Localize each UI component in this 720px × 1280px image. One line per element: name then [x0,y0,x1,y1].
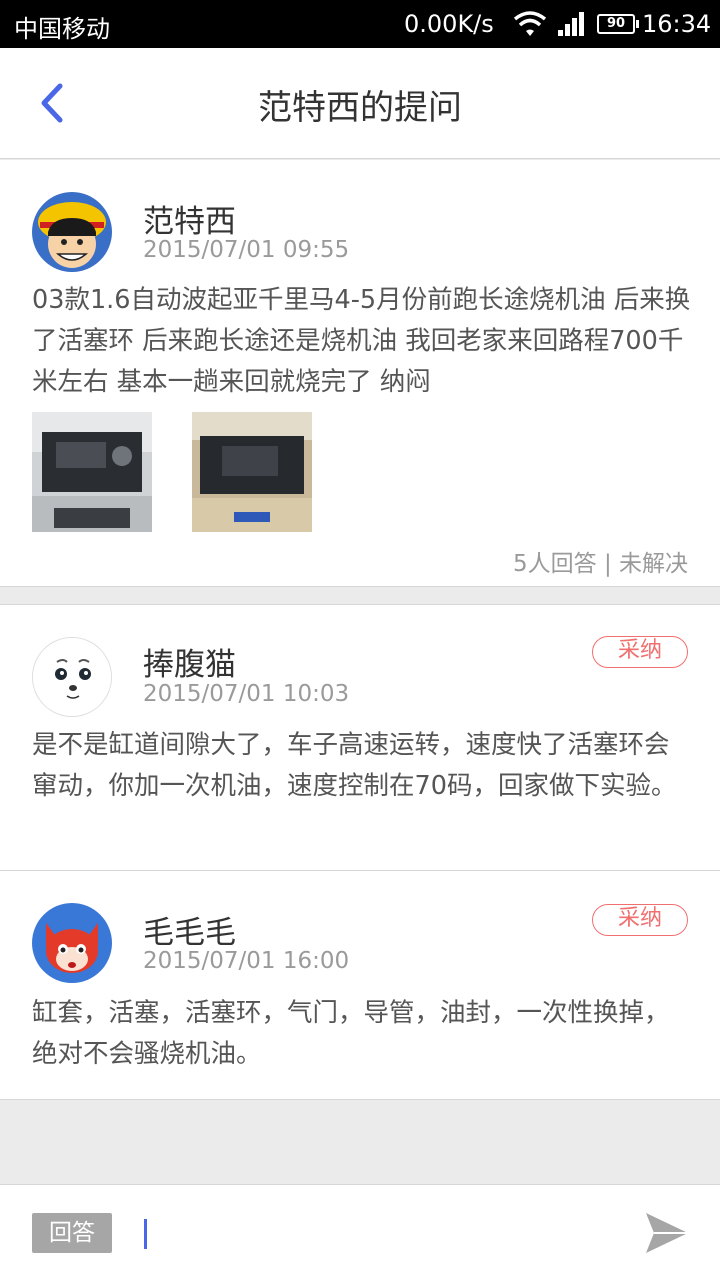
reply-tag: 回答 [32,1213,112,1253]
page-title: 范特西的提问 [258,88,462,128]
answer-date: 2015/07/01 16:00 [143,948,350,974]
answer-text: 是不是缸道间隙大了，车子高速运转，速度快了活塞环会窜动，你加一次机油，速度控制在… [32,730,677,801]
cartoon-boy-avatar-icon [32,192,112,272]
answer-count: 5人回答 [512,551,597,577]
adopt-button[interactable]: 采纳 [592,636,688,668]
answer-username: 毛毛毛 [143,915,236,951]
question-date: 2015/07/01 09:55 [143,237,350,263]
answer-card: 毛毛毛 2015/07/01 16:00 采纳 缸套，活塞，活塞环，气门，导管，… [0,871,720,1100]
avatar[interactable] [32,903,112,983]
battery-icon: 90 [597,14,639,34]
fox-avatar-icon [32,903,112,983]
answer-text: 缸套，活塞，活塞环，气门，导管，油封，一次性换掉，绝对不会骚烧机油。 [32,998,670,1069]
engine-photo-icon [32,412,152,532]
wifi-icon [513,11,547,36]
nav-bar: 范特西的提问 [0,48,720,159]
clock: 16:34 [642,10,712,38]
answer-date: 2015/07/01 10:03 [143,681,350,707]
question-meta: 5人回答 | 未解决 [513,544,688,578]
answer-username: 捧腹猫 [143,647,236,683]
answer-card: 捧腹猫 2015/07/01 10:03 采纳 是不是缸道间隙大了，车子高速运转… [0,604,720,871]
meta-separator: | [603,551,612,577]
signal-icon [558,12,584,36]
question-photo-1[interactable] [32,412,152,532]
cat-avatar-icon [33,638,111,716]
avatar[interactable] [32,637,112,717]
send-icon[interactable] [644,1211,690,1255]
text-cursor [144,1219,147,1249]
adopt-button[interactable]: 采纳 [592,904,688,936]
question-card: 范特西 2015/07/01 09:55 03款1.6自动波起亚千里马4-5月份… [0,160,720,587]
battery-level: 90 [606,16,626,31]
carrier-name: 中国移动 [14,15,110,43]
engine-photo-icon [192,412,312,532]
question-status: 未解决 [619,551,688,577]
avatar[interactable] [32,192,112,272]
network-speed: 0.00K/s [404,10,494,38]
status-bar: 中国移动 0.00K/s 90 16:34 [0,0,720,48]
reply-input[interactable] [130,1207,610,1259]
question-username: 范特西 [143,204,236,240]
question-photo-2[interactable] [192,412,312,532]
question-text: 03款1.6自动波起亚千里马4-5月份前跑长途烧机油 后来换了活塞环 后来跑长途… [32,285,691,397]
reply-bar: 回答 [0,1184,720,1280]
